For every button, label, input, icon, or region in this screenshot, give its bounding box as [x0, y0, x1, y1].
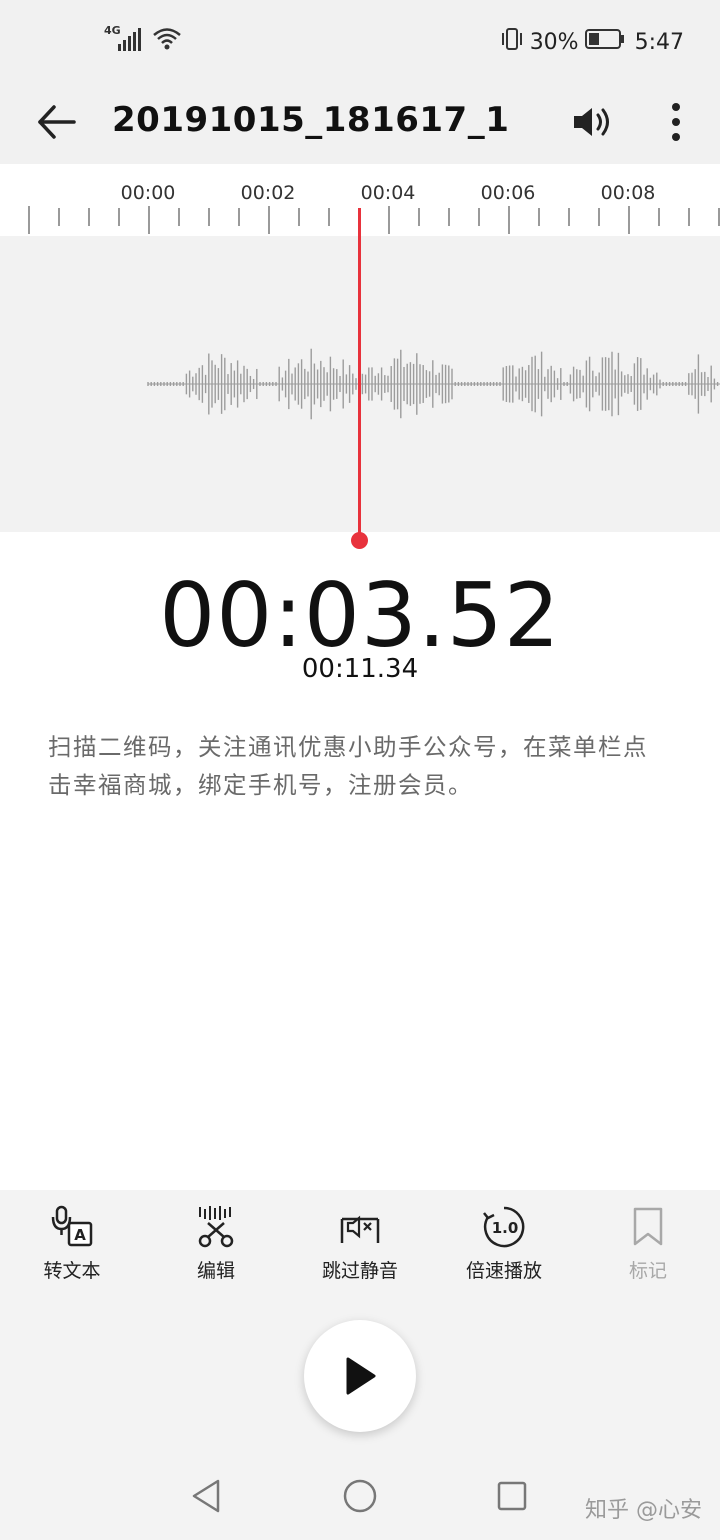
play-icon — [346, 1357, 376, 1395]
tool-label: 标记 — [628, 1260, 667, 1282]
square-recents-icon — [497, 1481, 527, 1511]
minor-tick — [448, 208, 450, 226]
tick-label: 00:04 — [360, 182, 416, 204]
app-bar: 20191015_181617_1 — [0, 84, 720, 164]
major-tick — [628, 206, 630, 234]
major-tick — [388, 206, 390, 234]
minor-tick — [688, 208, 690, 226]
minor-tick — [118, 208, 120, 226]
minor-tick — [58, 208, 60, 226]
status-bar-left: 4G — [104, 24, 182, 56]
status-bar-right: 30% 5:47 — [500, 26, 684, 58]
total-duration: 00:11.34 — [301, 654, 419, 684]
major-tick — [28, 206, 30, 234]
tool-label: 倍速播放 — [465, 1260, 542, 1282]
playback-speed-button[interactable]: 1.0 倍速播放 — [432, 1204, 576, 1294]
nav-home-button[interactable] — [336, 1472, 384, 1520]
scissors-edit-icon — [193, 1204, 239, 1250]
speech-to-text-icon: A — [49, 1204, 95, 1250]
playback-speed-icon: 1.0 — [481, 1204, 527, 1250]
bookmark-icon — [625, 1204, 671, 1250]
playhead-line[interactable] — [358, 208, 361, 540]
edit-button[interactable]: 编辑 — [144, 1204, 288, 1294]
recording-title: 20191015_181617_1 — [112, 100, 510, 140]
nav-recents-button[interactable] — [488, 1472, 536, 1520]
volume-button[interactable] — [566, 96, 618, 148]
minor-tick — [658, 208, 660, 226]
major-tick — [148, 206, 150, 234]
speech-to-text-button[interactable]: A 转文本 — [0, 1204, 144, 1294]
vibrate-icon — [500, 26, 524, 58]
playhead-handle[interactable] — [351, 532, 368, 549]
signal-icon: 4G — [104, 24, 144, 56]
clock: 5:47 — [634, 29, 684, 55]
minor-tick — [238, 208, 240, 226]
tool-label: 转文本 — [43, 1260, 101, 1282]
svg-text:A: A — [74, 1226, 86, 1244]
major-tick — [508, 206, 510, 234]
nav-back-button[interactable] — [182, 1472, 230, 1520]
play-button[interactable] — [304, 1320, 416, 1432]
back-arrow-icon — [38, 105, 76, 139]
more-vertical-icon — [672, 103, 680, 141]
circle-home-icon — [343, 1479, 377, 1513]
minor-tick — [538, 208, 540, 226]
battery-percent: 30% — [529, 29, 579, 55]
current-time: 00:03.52 — [159, 564, 561, 667]
minor-tick — [598, 208, 600, 226]
minor-tick — [178, 208, 180, 226]
back-button[interactable] — [30, 96, 82, 148]
tick-label: 00:06 — [480, 182, 536, 204]
speed-badge: 1.0 — [492, 1219, 519, 1237]
skip-silence-button[interactable]: 跳过静音 — [288, 1204, 432, 1294]
transcript-text: 扫描二维码，关注通讯优惠小助手公众号，在菜单栏点击幸福商城，绑定手机号，注册会员… — [48, 733, 648, 799]
minor-tick — [208, 208, 210, 226]
wifi-icon — [152, 26, 182, 56]
volume-icon — [574, 108, 609, 136]
minor-tick — [298, 208, 300, 226]
status-bar: 4G 30% 5:47 — [0, 0, 720, 84]
major-tick — [268, 206, 270, 234]
tool-label: 跳过静音 — [321, 1260, 398, 1282]
bookmark-button[interactable]: 标记 — [576, 1204, 720, 1294]
tick-label: 00:08 — [600, 182, 656, 204]
minor-tick — [568, 208, 570, 226]
tick-label: 00:02 — [240, 182, 296, 204]
minor-tick — [418, 208, 420, 226]
tick-label: 00:00 — [120, 182, 176, 204]
more-options-button[interactable] — [650, 96, 702, 148]
tool-label: 编辑 — [196, 1260, 235, 1282]
minor-tick — [478, 208, 480, 226]
watermark: 知乎 @心安 — [585, 1498, 702, 1523]
minor-tick — [88, 208, 90, 226]
skip-silence-icon — [337, 1204, 383, 1250]
triangle-back-icon — [192, 1479, 220, 1513]
battery-icon — [584, 28, 625, 56]
minor-tick — [328, 208, 330, 226]
